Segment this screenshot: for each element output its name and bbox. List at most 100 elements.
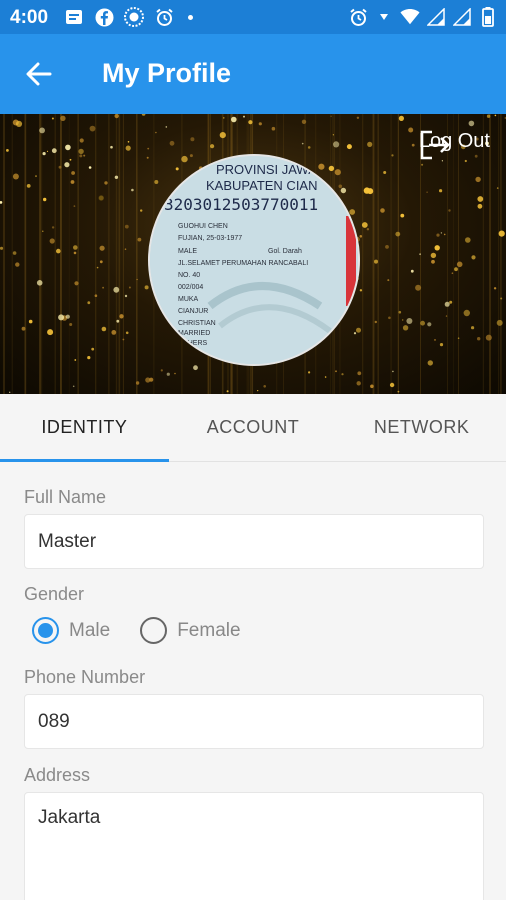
sparkle-dot (361, 222, 368, 228)
alarm-icon (154, 7, 174, 27)
sparkle-dot (248, 120, 253, 125)
sparkle-dot (243, 115, 245, 118)
sparkle-dot (454, 267, 458, 272)
sparkle-dot (421, 163, 424, 166)
sparkle-dot (83, 154, 86, 157)
sparkle-dot (477, 203, 483, 209)
sparkle-dot (356, 381, 361, 386)
logout-icon (420, 130, 450, 160)
sparkle-dot (136, 278, 138, 281)
sparkle-dot (486, 114, 491, 118)
sparkle-dot (402, 325, 409, 331)
sparkle-dot (102, 286, 104, 289)
gender-radio-male[interactable]: Male (32, 617, 110, 644)
sparkle-dot (69, 323, 73, 326)
sparkle-dot (500, 297, 503, 300)
sparkle-dot (498, 230, 505, 237)
sparkle-dot (94, 294, 98, 297)
sparkle-dot (439, 343, 444, 347)
sparkle-dot (88, 166, 92, 169)
arrow-left-icon (26, 62, 52, 86)
sparkle-dot (193, 365, 198, 371)
id-card-job: OTHERS (178, 340, 208, 347)
tab-account[interactable]: ACCOUNT (169, 394, 338, 461)
id-card-kec: CIANJUR (178, 308, 208, 315)
sparkle-dot (457, 337, 460, 339)
sparkle-dot (335, 370, 337, 373)
sparkle-dot (15, 262, 20, 267)
full-name-field[interactable] (24, 514, 484, 569)
sparkle-dot (330, 115, 332, 117)
sparkle-dot (434, 245, 440, 251)
sparkle-dot (101, 326, 107, 332)
sparkle-dot (160, 369, 163, 372)
sparkle-dot (439, 189, 443, 193)
battery-icon (478, 7, 498, 27)
id-card-sex: MALE (178, 248, 197, 255)
signal-icon (426, 7, 446, 27)
sparkle-dot (165, 126, 168, 128)
sparkle-dot (124, 248, 127, 250)
address-field[interactable]: Jakarta (24, 792, 484, 900)
sparkle-dot (471, 326, 475, 330)
sparkle-dot (430, 252, 437, 259)
sparkle-dot (69, 158, 72, 161)
back-button[interactable] (22, 58, 56, 90)
sparkle-dot (155, 131, 157, 134)
sparkle-dot (35, 175, 37, 178)
sparkle-dot (385, 245, 389, 249)
sparkle-dot (398, 310, 402, 314)
sparkle-dot (128, 286, 131, 289)
id-card-name: GUOHUI CHEN (178, 223, 228, 230)
sparkle-dot (427, 360, 433, 366)
phone-label: Phone Number (24, 667, 146, 687)
sparkle-dot (370, 384, 374, 389)
sparkle-dot (333, 141, 340, 148)
alarm-icon (348, 7, 368, 27)
sparkle-dot (271, 126, 276, 131)
sparkle-dot (464, 159, 467, 163)
avatar[interactable]: PROVINSI JAWA KABUPATEN CIAN 32030125037… (148, 154, 360, 366)
radio-unchecked-icon (140, 617, 168, 644)
facebook-icon (94, 7, 114, 27)
status-bar: 4:00 (0, 0, 506, 34)
sparkle-dot (468, 120, 475, 127)
sparkle-dot (456, 261, 463, 268)
sparkle-dot (359, 235, 363, 238)
sparkle-dot (380, 208, 385, 213)
tab-identity[interactable]: IDENTITY (0, 394, 169, 462)
sparkle-dot (258, 122, 262, 126)
tab-network[interactable]: NETWORK (337, 394, 506, 461)
phone-field[interactable] (24, 694, 484, 749)
sparkle-dot (140, 209, 143, 212)
logout-button[interactable]: Log Out (419, 130, 490, 160)
sparkle-dot (42, 230, 44, 232)
sparkle-dot (477, 196, 484, 202)
sparkle-dot (6, 149, 9, 152)
sparkle-dot (74, 359, 77, 361)
sparkle-dot (125, 145, 131, 151)
sparkle-dot (356, 116, 360, 119)
sparkle-dot (440, 232, 443, 234)
sparkle-dot (72, 385, 75, 388)
id-card-marital: MARRIED (178, 330, 210, 337)
sparkle-dot (96, 266, 99, 269)
sparkle-dot (301, 119, 307, 124)
sparkle-dot (190, 137, 195, 142)
sparkle-dot (111, 330, 117, 335)
sparkle-dot (388, 316, 391, 320)
id-card-rw: 002/004 (178, 284, 203, 291)
sparkle-dot (431, 259, 435, 264)
sparkle-dot (46, 150, 49, 152)
sparkle-dot (341, 373, 344, 376)
gender-radio-female[interactable]: Female (140, 617, 241, 644)
sparkle-dot (307, 146, 311, 149)
sparkle-dot (137, 237, 142, 242)
sparkle-dot (65, 314, 70, 319)
sparkle-dot (125, 331, 129, 335)
sparkle-dot (346, 144, 352, 150)
sparkle-dot (145, 377, 151, 383)
system-icons (348, 7, 498, 27)
sparkle-dot (99, 260, 103, 264)
badge-icon (124, 7, 144, 27)
